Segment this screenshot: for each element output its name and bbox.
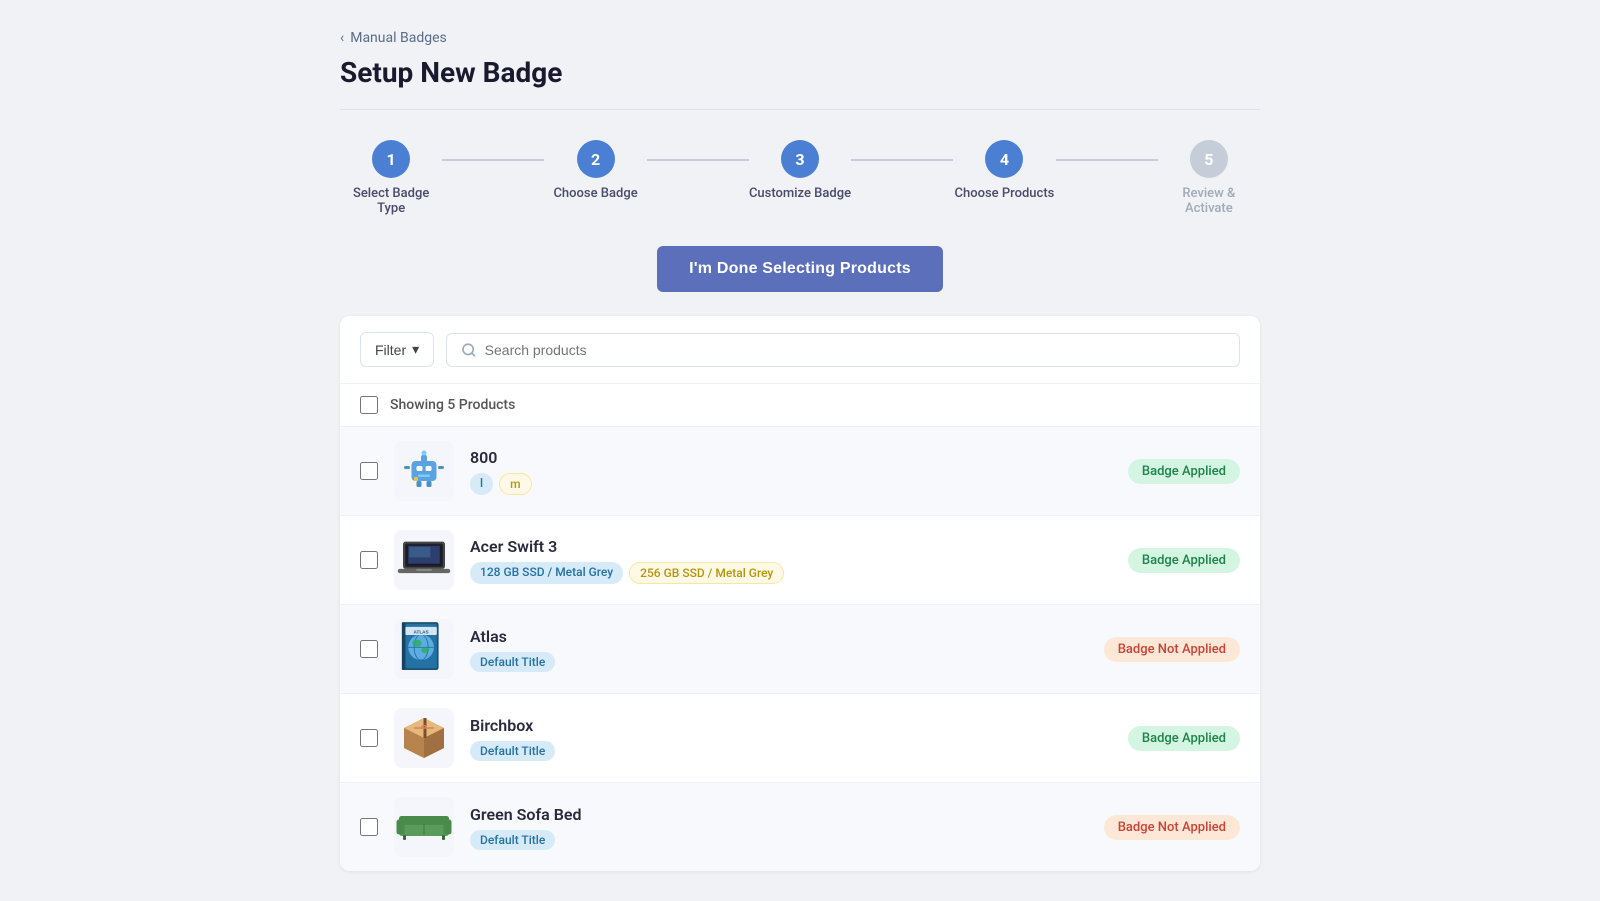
product-checkbox-sofa[interactable] (360, 818, 378, 836)
breadcrumb-label: Manual Badges (350, 30, 447, 46)
step-1: 1 Select Badge Type (340, 140, 442, 216)
product-variants-acer: 128 GB SSD / Metal Grey 256 GB SSD / Met… (470, 562, 1112, 584)
variant-tag: 256 GB SSD / Metal Grey (629, 562, 784, 584)
variant-tag: Default Title (470, 652, 555, 672)
robot-icon (399, 446, 449, 496)
product-variants-sofa: Default Title (470, 830, 1088, 850)
filter-bar: Filter ▾ (340, 316, 1260, 384)
product-name-800: 800 (470, 448, 1112, 467)
step-4-circle: 4 (985, 140, 1023, 178)
badge-status-atlas: Badge Not Applied (1104, 637, 1240, 662)
step-5: 5 Review & Activate (1158, 140, 1260, 216)
product-variants-atlas: Default Title (470, 652, 1088, 672)
box-icon (399, 713, 449, 763)
product-name-birchbox: Birchbox (470, 716, 1112, 735)
filter-label: Filter (375, 342, 406, 358)
filter-button[interactable]: Filter ▾ (360, 332, 434, 367)
step-2-label: Choose Badge (553, 186, 637, 201)
badge-status-acer: Badge Applied (1128, 548, 1240, 573)
product-variants-birchbox: Default Title (470, 741, 1112, 761)
product-variants-800: l m (470, 473, 1112, 495)
product-name-sofa: Green Sofa Bed (470, 805, 1088, 824)
connector-1-2 (442, 159, 544, 161)
step-5-circle: 5 (1190, 140, 1228, 178)
filter-chevron-icon: ▾ (412, 341, 419, 358)
product-checkbox-acer[interactable] (360, 551, 378, 569)
product-name-atlas: Atlas (470, 627, 1088, 646)
sofa-icon (394, 807, 454, 847)
variant-tag: 128 GB SSD / Metal Grey (470, 562, 623, 584)
search-icon (461, 342, 477, 358)
page-divider (340, 109, 1260, 110)
product-info-birchbox: Birchbox Default Title (470, 716, 1112, 761)
variant-tag: Default Title (470, 741, 555, 761)
step-2: 2 Choose Badge (544, 140, 646, 201)
laptop-icon (397, 539, 451, 581)
product-image-acer (394, 530, 454, 590)
step-4-label: Choose Products (955, 186, 1055, 201)
product-info-sofa: Green Sofa Bed Default Title (470, 805, 1088, 850)
step-1-label: Select Badge Type (340, 186, 442, 216)
breadcrumb-arrow: ‹ (340, 30, 344, 46)
showing-row: Showing 5 Products (340, 384, 1260, 427)
product-image-birchbox (394, 708, 454, 768)
badge-status-800: Badge Applied (1128, 459, 1240, 484)
product-row: Green Sofa Bed Default Title Badge Not A… (340, 783, 1260, 871)
product-list-card: Filter ▾ Showing 5 Products (340, 316, 1260, 871)
product-row: Acer Swift 3 128 GB SSD / Metal Grey 256… (340, 516, 1260, 605)
product-checkbox-birchbox[interactable] (360, 729, 378, 747)
product-checkbox-atlas[interactable] (360, 640, 378, 658)
step-3: 3 Customize Badge (749, 140, 851, 201)
product-name-acer: Acer Swift 3 (470, 537, 1112, 556)
step-2-circle: 2 (577, 140, 615, 178)
step-4: 4 Choose Products (953, 140, 1055, 201)
connector-4-5 (1056, 159, 1158, 161)
variant-tag: Default Title (470, 830, 555, 850)
product-checkbox-800[interactable] (360, 462, 378, 480)
done-selecting-button[interactable]: I'm Done Selecting Products (657, 246, 943, 292)
atlas-icon: ATLAS (400, 621, 448, 677)
step-3-circle: 3 (781, 140, 819, 178)
connector-3-4 (851, 159, 953, 161)
product-info-800: 800 l m (470, 448, 1112, 495)
stepper: 1 Select Badge Type 2 Choose Badge 3 Cus… (340, 140, 1260, 216)
variant-tag: l (470, 473, 493, 495)
product-info-atlas: Atlas Default Title (470, 627, 1088, 672)
product-image-800 (394, 441, 454, 501)
search-input[interactable] (485, 342, 1225, 358)
product-row: Birchbox Default Title Badge Applied (340, 694, 1260, 783)
variant-tag: m (499, 473, 531, 495)
step-5-label: Review & Activate (1158, 186, 1260, 216)
svg-text:ATLAS: ATLAS (413, 629, 428, 634)
select-all-checkbox[interactable] (360, 396, 378, 414)
step-3-label: Customize Badge (749, 186, 851, 201)
product-row: ATLAS Atlas Default Title Badge Not Appl… (340, 605, 1260, 694)
search-wrapper (446, 333, 1240, 367)
step-1-circle: 1 (372, 140, 410, 178)
product-info-acer: Acer Swift 3 128 GB SSD / Metal Grey 256… (470, 537, 1112, 584)
connector-2-3 (647, 159, 749, 161)
product-row: 800 l m Badge Applied (340, 427, 1260, 516)
product-image-sofa (394, 797, 454, 857)
page-title: Setup New Badge (340, 56, 1260, 89)
badge-status-sofa: Badge Not Applied (1104, 815, 1240, 840)
showing-text: Showing 5 Products (390, 397, 515, 413)
product-image-atlas: ATLAS (394, 619, 454, 679)
badge-status-birchbox: Badge Applied (1128, 726, 1240, 751)
breadcrumb[interactable]: ‹ Manual Badges (340, 30, 1260, 46)
